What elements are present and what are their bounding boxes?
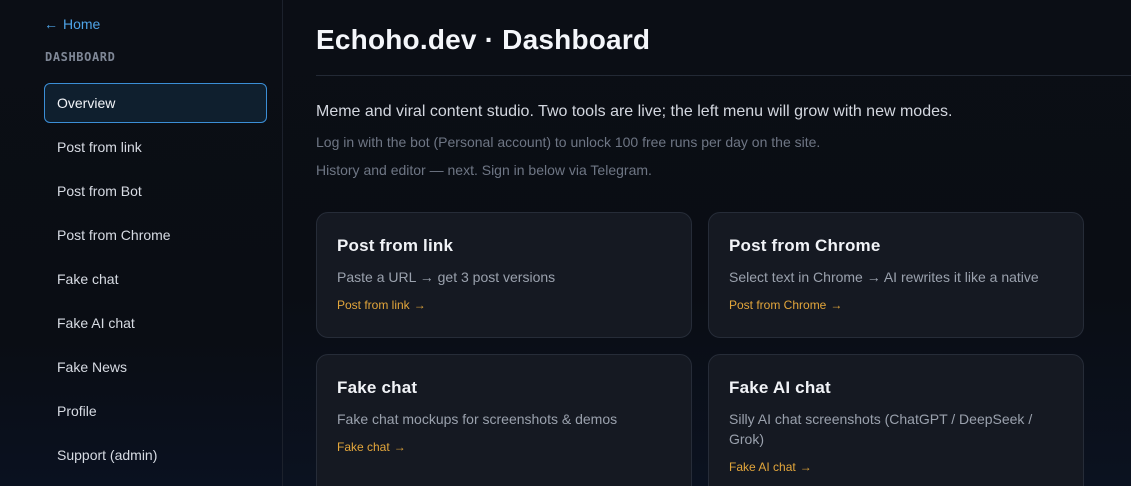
sidebar-item-label: Overview (57, 95, 116, 111)
card-description: Select text in Chrome → AI rewrites it l… (729, 269, 1039, 285)
card-link-label: Fake chat (337, 440, 390, 454)
tool-card-fake-ai-chat[interactable]: Fake AI chat Silly AI chat screenshots (… (708, 354, 1084, 486)
card-description: Fake chat mockups for screenshots & demo… (337, 411, 618, 427)
sidebar-item-label: Profile (57, 403, 97, 419)
sidebar-item-label: Post from link (57, 139, 142, 155)
roadmap-hint-text: History and editor — next. Sign in below… (316, 162, 652, 178)
card-link-label: Post from Chrome (729, 298, 827, 312)
sidebar-item-label: Fake News (57, 359, 128, 375)
card-title: Post from Chrome (729, 236, 881, 255)
right-arrow-icon: → (413, 298, 426, 312)
sidebar-item-fake-ai-chat[interactable]: Fake AI chat (44, 303, 267, 343)
page-title: Echoho.dev · Dashboard (316, 24, 651, 55)
right-arrow-icon: → (799, 460, 812, 474)
sidebar: ← Home DASHBOARD Overview Post from link… (0, 0, 283, 486)
card-title: Fake chat (337, 378, 418, 397)
card-link-post-from-chrome[interactable]: Post from Chrome → (729, 298, 842, 312)
home-link-label: Home (63, 16, 101, 32)
intro-text: Meme and viral content studio. Two tools… (316, 103, 953, 120)
sidebar-item-post-from-link[interactable]: Post from link (44, 127, 267, 167)
sidebar-nav: Overview Post from link Post from Bot Po… (44, 83, 267, 479)
right-arrow-icon: → (393, 440, 406, 454)
sidebar-item-label: Support (admin) (57, 447, 158, 463)
sidebar-item-label: Fake chat (57, 271, 119, 287)
right-arrow-icon: → (830, 298, 843, 312)
sidebar-item-fake-news[interactable]: Fake News (44, 347, 267, 387)
tool-card-post-from-link[interactable]: Post from link Paste a URL → get 3 post … (316, 212, 692, 338)
tool-card-fake-chat[interactable]: Fake chat Fake chat mockups for screensh… (316, 354, 692, 486)
card-description: Silly AI chat screenshots (ChatGPT / Dee… (729, 411, 1033, 447)
sidebar-item-post-from-chrome[interactable]: Post from Chrome (44, 215, 267, 255)
sidebar-item-label: Post from Bot (57, 183, 142, 199)
home-link[interactable]: ← Home (44, 16, 100, 32)
sidebar-section-label: DASHBOARD (45, 50, 116, 64)
title-divider (316, 75, 1131, 76)
tool-card-post-from-chrome[interactable]: Post from Chrome Select text in Chrome →… (708, 212, 1084, 338)
card-title: Post from link (337, 236, 454, 255)
card-link-label: Post from link (337, 298, 410, 312)
card-description: Paste a URL → get 3 post versions (337, 269, 556, 285)
app-window: ← Home DASHBOARD Overview Post from link… (0, 0, 1131, 486)
login-hint-text: Log in with the bot (Personal account) t… (316, 134, 821, 150)
sidebar-item-support-admin[interactable]: Support (admin) (44, 435, 267, 475)
sidebar-item-label: Fake AI chat (57, 315, 135, 331)
card-link-fake-chat[interactable]: Fake chat → (337, 440, 406, 454)
card-link-fake-ai-chat[interactable]: Fake AI chat → (729, 460, 812, 474)
card-link-label: Fake AI chat (729, 460, 796, 474)
sidebar-item-profile[interactable]: Profile (44, 391, 267, 431)
sidebar-item-overview[interactable]: Overview (44, 83, 267, 123)
sidebar-item-label: Post from Chrome (57, 227, 171, 243)
main-content: Echoho.dev · Dashboard Meme and viral co… (316, 0, 1131, 486)
sidebar-item-fake-chat[interactable]: Fake chat (44, 259, 267, 299)
card-link-post-from-link[interactable]: Post from link → (337, 298, 426, 312)
sidebar-item-post-from-bot[interactable]: Post from Bot (44, 171, 267, 211)
card-title: Fake AI chat (729, 378, 831, 397)
left-arrow-icon: ← (44, 16, 58, 32)
